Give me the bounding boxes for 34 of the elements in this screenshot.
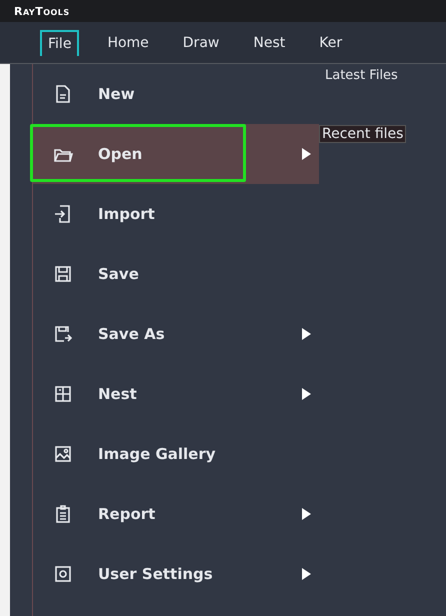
menu-item[interactable]: New [33, 64, 319, 124]
menu-item[interactable]: Report [33, 484, 319, 544]
ribbon-tab[interactable]: Home [101, 30, 155, 54]
menu-item-label: Image Gallery [98, 445, 217, 463]
section-label: Recent files [319, 125, 406, 143]
menu-item-icon [53, 324, 73, 344]
menu-item-label: User Settings [98, 565, 214, 583]
menu-item[interactable]: User Settings [33, 544, 319, 604]
menu-item-label: Import [98, 205, 156, 223]
ribbon-tab[interactable]: Draw [176, 30, 226, 54]
menu-item-icon [53, 84, 73, 104]
menu-item[interactable]: Image Gallery [33, 424, 319, 484]
menu-item[interactable]: Open [33, 124, 319, 184]
ribbon-tab[interactable]: Ker [313, 30, 348, 54]
menu-item-label: Report [98, 505, 156, 523]
menu-item-icon [53, 264, 73, 284]
menu-item-icon [53, 204, 73, 224]
ribbon-tab[interactable]: Nest [247, 30, 292, 54]
ribbon-tab[interactable]: File [40, 30, 80, 56]
menu-item-label: Nest [98, 385, 138, 403]
menu-item-label: Save [98, 265, 140, 283]
menu-item[interactable]: Nest [33, 364, 319, 424]
menu-item[interactable]: Save As [33, 304, 319, 364]
menu-item-icon [53, 564, 73, 584]
menu-item-icon [53, 444, 73, 464]
window-title: RayTools [14, 4, 70, 18]
menu-item-icon [53, 384, 73, 404]
menu-item-label: Open [98, 145, 144, 163]
menu-item[interactable]: Save [33, 244, 319, 304]
panel-title: Latest Files [325, 68, 398, 83]
menu-item-label: Save As [98, 325, 166, 343]
menu-item-icon [53, 504, 73, 524]
menu-item-label: New [98, 85, 136, 103]
menu-item[interactable]: Import [33, 184, 319, 244]
